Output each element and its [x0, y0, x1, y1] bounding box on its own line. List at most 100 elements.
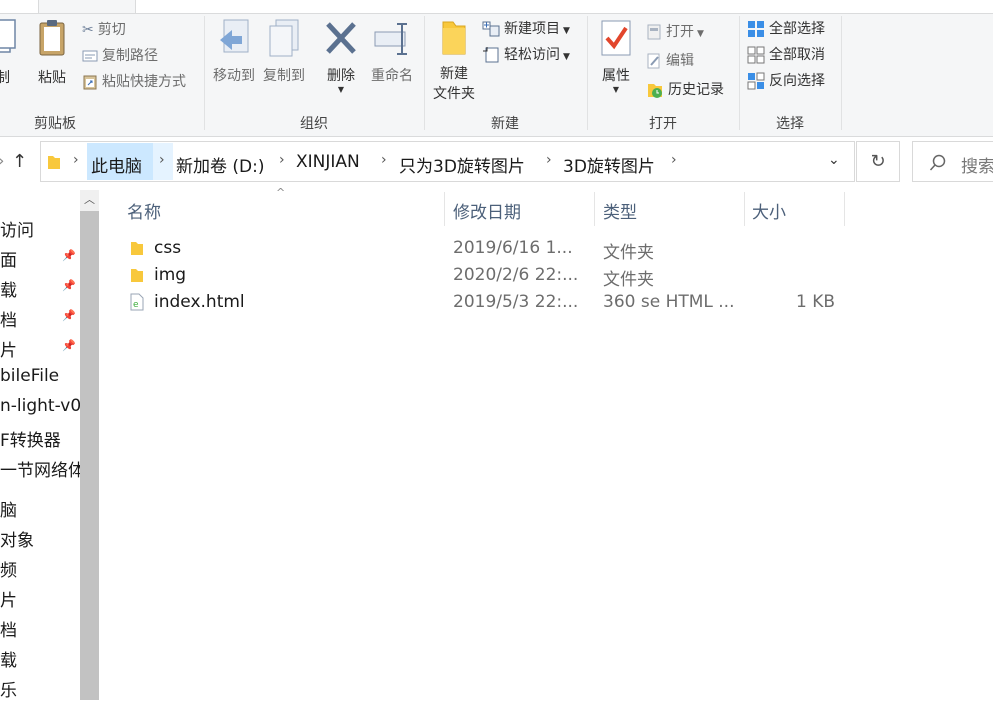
- paste-button[interactable]: 粘贴: [32, 18, 72, 88]
- search-icon: [929, 154, 946, 171]
- new-item-label: 新建项目: [504, 21, 560, 37]
- nav-item-this-pc[interactable]: 脑: [0, 496, 17, 521]
- history-button[interactable]: 历史记录: [646, 79, 724, 101]
- paste-shortcut-button[interactable]: 粘贴快捷方式: [82, 71, 186, 93]
- pin-icon[interactable]: 📌: [62, 339, 76, 352]
- pin-icon[interactable]: 📌: [62, 309, 76, 322]
- address-dropdown-chevron-icon[interactable]: ⌄: [828, 152, 840, 168]
- nav-item-pictures[interactable]: 片: [0, 336, 17, 361]
- new-item-button[interactable]: 新建项目 ▼: [482, 18, 570, 40]
- column-divider[interactable]: [844, 192, 845, 226]
- address-bar[interactable]: › 此电脑 › 新加卷 (D:) › XINJIAN › 只为3D旋转图片 › …: [40, 141, 855, 182]
- column-header-size[interactable]: 大小: [752, 198, 786, 223]
- ribbon-separator: [587, 16, 588, 130]
- file-name[interactable]: index.html: [154, 292, 245, 312]
- column-divider[interactable]: [744, 192, 745, 226]
- refresh-button[interactable]: ↻: [856, 141, 900, 182]
- pin-icon[interactable]: 📌: [62, 249, 76, 262]
- new-folder-label-line1: 新建: [440, 66, 468, 82]
- select-all-label: 全部选择: [769, 21, 825, 37]
- pin-icon[interactable]: 📌: [62, 279, 76, 292]
- nav-item-network-festival[interactable]: 一节网络体: [0, 456, 85, 481]
- rename-icon: [374, 23, 407, 55]
- cut-label: 剪切: [97, 22, 126, 38]
- delete-dropdown-arrow[interactable]: ▼: [318, 86, 364, 94]
- nav-back-arrow-icon[interactable]: ›: [0, 151, 4, 170]
- file-date: 2019/5/3 22:...: [453, 292, 579, 312]
- copy-path-label: 复制路径: [102, 48, 158, 64]
- nav-item-pc-pictures[interactable]: 片: [0, 586, 17, 611]
- folder-icon: [131, 269, 143, 282]
- breadcrumb-folder-3d-parent[interactable]: 只为3D旋转图片: [399, 152, 525, 177]
- cut-button[interactable]: ✂ 剪切: [82, 19, 126, 41]
- select-none-button[interactable]: 全部取消: [747, 44, 825, 66]
- breadcrumb-chevron-icon[interactable]: ›: [159, 152, 165, 168]
- breadcrumb-folder-3d-current[interactable]: 3D旋转图片: [563, 152, 655, 177]
- edit-button[interactable]: 编辑: [646, 50, 694, 72]
- easy-access-button[interactable]: 轻松访问 ▼: [482, 44, 570, 66]
- file-type: 360 se HTML ...: [603, 292, 735, 312]
- open-file-icon: [647, 24, 661, 40]
- breadcrumb-chevron-icon[interactable]: ›: [381, 152, 387, 168]
- nav-item-downloads[interactable]: 载: [0, 276, 17, 301]
- invert-selection-button[interactable]: 反向选择: [747, 70, 825, 92]
- rename-button[interactable]: 重命名: [366, 18, 418, 86]
- properties-checkmark-icon: [601, 20, 631, 56]
- copy-icon: [0, 19, 16, 53]
- nav-item-3d-objects[interactable]: 对象: [0, 526, 34, 551]
- ribbon-tab-strip: [0, 0, 993, 14]
- breadcrumb-chevron-icon[interactable]: ›: [279, 152, 285, 168]
- invert-selection-icon: [747, 72, 765, 90]
- breadcrumb-xinjian[interactable]: XINJIAN: [296, 152, 360, 172]
- breadcrumb-chevron-icon[interactable]: ›: [73, 152, 79, 168]
- copy-button[interactable]: 制: [0, 18, 18, 88]
- breadcrumb-chevron-icon[interactable]: ›: [546, 152, 552, 168]
- file-date: 2019/6/16 1...: [453, 238, 573, 258]
- column-header-date[interactable]: 修改日期: [453, 198, 521, 223]
- ribbon-separator: [739, 16, 740, 130]
- file-size: 1 KB: [796, 292, 836, 312]
- easy-access-icon: [483, 47, 499, 63]
- open-button[interactable]: 打开 ▼: [646, 21, 704, 43]
- column-header-type[interactable]: 类型: [603, 198, 637, 223]
- easy-access-label: 轻松访问: [504, 47, 560, 63]
- nav-item-quick-access[interactable]: 访问: [0, 216, 34, 241]
- move-to-button[interactable]: 移动到: [209, 18, 259, 86]
- new-folder-button[interactable]: 新建 文件夹: [426, 18, 482, 104]
- breadcrumb-this-pc[interactable]: 此电脑: [91, 152, 142, 177]
- nav-item-converter[interactable]: F转换器: [0, 426, 61, 451]
- nav-item-videos[interactable]: 频: [0, 556, 17, 581]
- copy-to-button[interactable]: 复制到: [259, 18, 309, 86]
- nav-item-mobilefile[interactable]: bileFile: [0, 366, 59, 386]
- properties-button[interactable]: 属性 ▼: [592, 18, 640, 94]
- nav-item-pc-documents[interactable]: 档: [0, 616, 17, 641]
- ribbon: 制 粘贴 ✂ 剪切 复制路径 粘贴快捷方式 剪贴板 移动到 复制到 删除 ▼ 重命…: [0, 0, 993, 137]
- nav-item-music[interactable]: 乐: [0, 676, 17, 701]
- nav-item-pc-downloads[interactable]: 载: [0, 646, 17, 671]
- breadcrumb-chevron-icon[interactable]: ›: [671, 152, 677, 168]
- delete-button[interactable]: 删除 ▼: [318, 18, 364, 94]
- select-group-label: 选择: [776, 116, 804, 132]
- copy-path-button[interactable]: 复制路径: [82, 45, 158, 67]
- scroll-up-arrow-icon[interactable]: ︿: [80, 191, 99, 209]
- copy-label: 制: [0, 70, 10, 86]
- nav-item-documents[interactable]: 档: [0, 306, 17, 331]
- ribbon-active-tab[interactable]: [38, 0, 136, 14]
- edit-label: 编辑: [666, 53, 694, 69]
- file-name[interactable]: css: [154, 238, 181, 258]
- search-box[interactable]: 搜索: [912, 141, 993, 182]
- breadcrumb-drive-d[interactable]: 新加卷 (D:): [176, 152, 265, 177]
- properties-dropdown-arrow[interactable]: ▼: [592, 86, 640, 94]
- edit-pencil-icon: [647, 53, 660, 69]
- nav-scrollbar-thumb[interactable]: [80, 211, 99, 700]
- nav-item-light-v0[interactable]: n-light-v0: [0, 396, 81, 416]
- file-name[interactable]: img: [154, 265, 186, 285]
- select-all-button[interactable]: 全部选择: [747, 18, 825, 40]
- new-folder-label-line2: 文件夹: [433, 86, 475, 102]
- ribbon-separator: [841, 16, 842, 130]
- up-arrow-icon[interactable]: ↑: [12, 151, 27, 172]
- column-header-name[interactable]: 名称: [127, 198, 161, 223]
- column-divider[interactable]: [444, 192, 445, 226]
- nav-item-desktop[interactable]: 面: [0, 246, 17, 271]
- column-divider[interactable]: [594, 192, 595, 226]
